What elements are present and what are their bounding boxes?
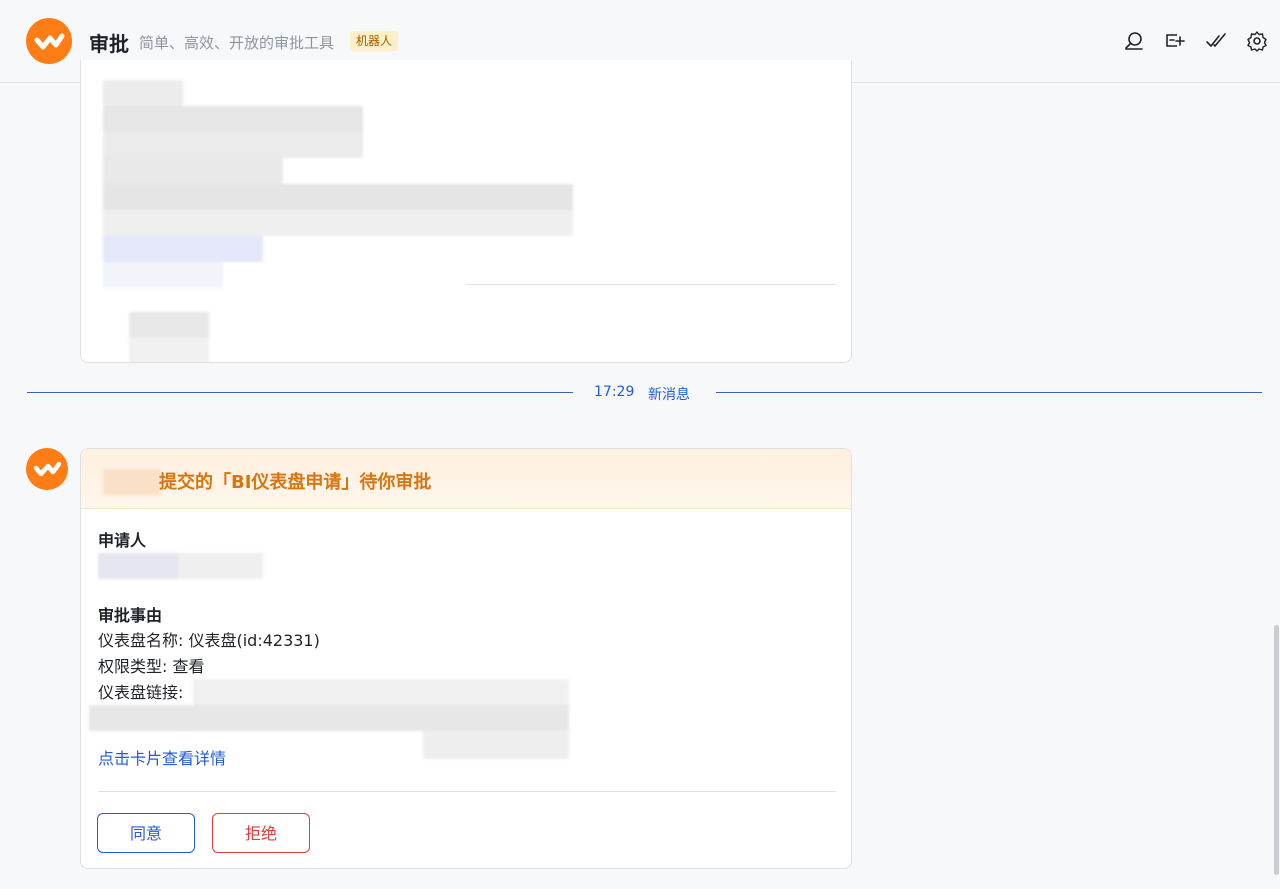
permission-type: 权限类型: 查看 bbox=[98, 657, 205, 676]
app-description: 简单、高效、开放的审批工具 bbox=[139, 34, 335, 52]
redacted-applicant bbox=[98, 553, 263, 579]
scrollbar[interactable] bbox=[1274, 625, 1279, 875]
add-card-icon[interactable] bbox=[1164, 30, 1186, 52]
bot-badge: 机器人 bbox=[350, 31, 399, 51]
check-double-icon[interactable] bbox=[1205, 30, 1227, 52]
divider-new-message: 新消息 bbox=[648, 387, 690, 403]
search-icon[interactable] bbox=[1123, 30, 1145, 52]
new-message-line-left bbox=[27, 392, 573, 393]
redacted-content bbox=[81, 80, 581, 362]
approve-button[interactable]: 同意 bbox=[97, 813, 195, 853]
previous-message-card[interactable] bbox=[80, 60, 852, 363]
reason-label: 审批事由 bbox=[98, 606, 163, 625]
bot-avatar[interactable] bbox=[26, 448, 68, 490]
settings-icon[interactable] bbox=[1246, 30, 1268, 52]
view-details-link[interactable]: 点击卡片查看详情 bbox=[98, 745, 226, 769]
card-title: 提交的「BI仪表盘申请」待你审批 bbox=[159, 472, 432, 493]
reject-button[interactable]: 拒绝 bbox=[212, 813, 310, 853]
applicant-label: 申请人 bbox=[98, 531, 147, 550]
dashboard-name: 仪表盘名称: 仪表盘(id:42331) bbox=[98, 631, 320, 650]
card-separator bbox=[466, 284, 836, 285]
card-separator bbox=[98, 791, 836, 792]
approval-card[interactable]: 提交的「BI仪表盘申请」待你审批 申请人 审批事由 仪表盘名称: 仪表盘(id:… bbox=[80, 448, 852, 869]
approval-logo-icon bbox=[26, 18, 72, 64]
card-header: 提交的「BI仪表盘申请」待你审批 bbox=[81, 449, 851, 509]
divider-time: 17:29 bbox=[594, 384, 635, 400]
redacted-submitter bbox=[103, 469, 161, 495]
new-message-line-right bbox=[716, 392, 1262, 393]
app-title: 审批 bbox=[89, 32, 129, 56]
